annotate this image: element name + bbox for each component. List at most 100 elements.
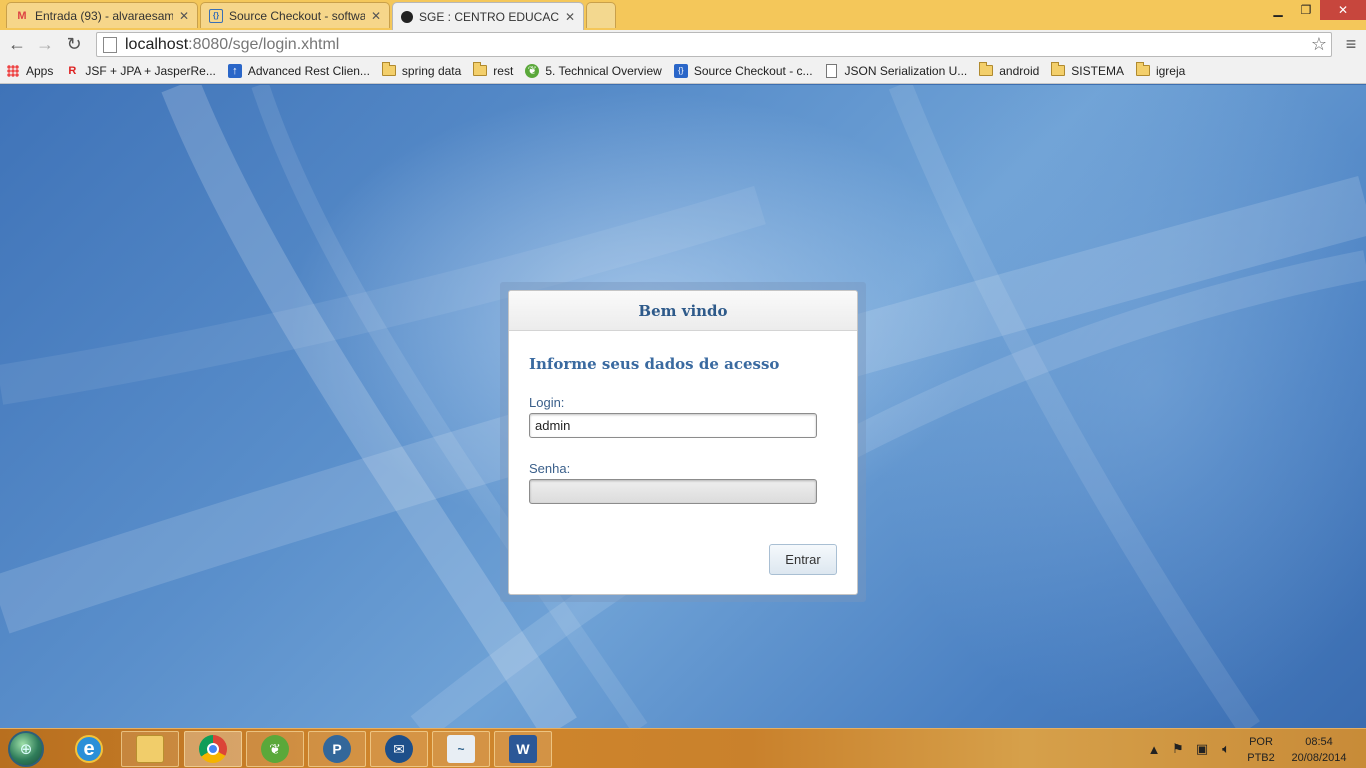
tab-title: Entrada (93) - alvaraesam6 (35, 8, 173, 23)
bookmark-jsf-jpa[interactable]: R JSF + JPA + JasperRe... (65, 63, 216, 78)
tab-source-checkout[interactable]: {} Source Checkout - softwa ✕ (200, 2, 390, 28)
taskbar-spring-tool-suite[interactable]: ❦ (246, 731, 304, 767)
site-icon (401, 10, 413, 23)
panel-title: Bem vindo (509, 291, 857, 331)
reload-icon[interactable]: ↻ (62, 32, 86, 56)
network-icon[interactable]: ▣ (1193, 741, 1211, 757)
bookmark-label: igreja (1155, 63, 1186, 78)
window-close-icon[interactable]: ✕ (1320, 0, 1366, 20)
spring-icon: ❦ (261, 735, 289, 763)
elephant-icon: P (323, 735, 351, 763)
folder-icon (1135, 62, 1150, 78)
folder-icon (1051, 62, 1066, 78)
close-tab-icon[interactable]: ✕ (371, 9, 381, 23)
page-icon (103, 36, 117, 53)
page-content: Bem vindo Informe seus dados de acesso L… (0, 85, 1366, 728)
bookmark-label: JSF + JPA + JasperRe... (85, 63, 216, 78)
address-host: localhost (125, 35, 189, 53)
project-hosting-icon: {} (209, 8, 223, 23)
restore-icon[interactable]: ❐ (1292, 0, 1320, 20)
bookmark-label: 5. Technical Overview (545, 63, 662, 78)
bookmark-sistema[interactable]: SISTEMA (1051, 62, 1124, 78)
password-label: Senha: (529, 461, 571, 476)
folder-icon (979, 62, 994, 78)
clock-time: 08:54 (1305, 736, 1333, 748)
panel-subtitle: Informe seus dados de acesso (529, 355, 780, 373)
address-path: :8080/sge/login.xhtml (188, 35, 340, 53)
start-button[interactable]: ⊕ (8, 731, 44, 767)
bookmark-apps[interactable]: Apps (6, 64, 53, 78)
chrome-menu-icon[interactable]: ≡ (1340, 32, 1362, 56)
windows-icon: ⊕ (19, 741, 33, 758)
taskbar-chrome[interactable] (184, 731, 242, 767)
bookmark-source-checkout[interactable]: {} Source Checkout - c... (673, 63, 813, 78)
login-panel: Bem vindo Informe seus dados de acesso L… (508, 290, 858, 595)
tab-gmail[interactable]: M Entrada (93) - alvaraesam6 ✕ (6, 2, 198, 28)
bookmark-android[interactable]: android (979, 62, 1040, 78)
address-bar[interactable]: localhost:8080/sge/login.xhtml ☆ (96, 32, 1332, 57)
taskbar-word[interactable]: W (494, 731, 552, 767)
bookmark-label: Advanced Rest Clien... (247, 63, 370, 78)
folder-icon (473, 62, 488, 78)
keyboard-layout: PTB2 (1247, 752, 1275, 764)
taskbar-file-explorer[interactable] (121, 731, 179, 767)
page-icon (825, 63, 839, 78)
bookmark-technical-overview[interactable]: ❦ 5. Technical Overview (525, 63, 662, 78)
folder-icon (136, 735, 164, 763)
flag-icon[interactable]: ⚑ (1169, 741, 1187, 757)
bookmark-star-icon[interactable]: ☆ (1311, 34, 1327, 55)
project-hosting-icon: {} (673, 63, 688, 78)
bookmark-label: JSON Serialization U... (844, 63, 968, 78)
close-tab-icon[interactable]: ✕ (179, 9, 189, 23)
red-r-icon: R (68, 64, 77, 77)
bookmark-rest[interactable]: rest (473, 62, 514, 78)
bookmark-igreja[interactable]: igreja (1135, 62, 1186, 78)
enter-button[interactable]: Entrar (769, 544, 837, 575)
password-input[interactable] (529, 479, 817, 504)
language-code: POR (1249, 736, 1273, 748)
bookmark-advanced-rest-client[interactable]: ↑ Advanced Rest Clien... (227, 63, 370, 78)
chrome-icon (199, 735, 227, 763)
taskbar-internet-explorer[interactable]: e (60, 731, 118, 767)
forward-icon[interactable]: → (33, 32, 57, 56)
bookmark-label: Apps (26, 63, 54, 78)
internet-explorer-icon: e (75, 735, 103, 763)
rest-client-icon: ↑ (227, 63, 242, 78)
workbench-icon: ~ (447, 735, 475, 763)
login-input[interactable]: admin (529, 413, 817, 438)
bookmark-label: SISTEMA (1071, 63, 1124, 78)
bookmarks-bar: Apps R JSF + JPA + JasperRe... ↑ Advance… (0, 58, 1366, 84)
volume-icon[interactable]: 🔈︎ (1217, 741, 1235, 757)
bookmark-label: Source Checkout - c... (693, 63, 813, 78)
back-icon[interactable]: ← (5, 32, 29, 56)
new-tab-button[interactable] (586, 2, 616, 28)
language-indicator[interactable]: POR PTB2 (1244, 734, 1278, 766)
close-tab-icon[interactable]: ✕ (565, 10, 575, 24)
show-hidden-icons-icon[interactable]: ▲ (1145, 742, 1163, 757)
spring-icon: ❦ (525, 63, 540, 78)
tab-strip: M Entrada (93) - alvaraesam6 ✕ {} Source… (0, 0, 1366, 30)
taskbar: ⊕ e ❦ P ✉ ~ W ▲ ⚑ ▣ 🔈︎ POR PTB2 08:54 20… (0, 728, 1366, 768)
tab-sge[interactable]: SGE : CENTRO EDUCACIO ✕ (392, 2, 584, 30)
bookmark-label: spring data (401, 63, 462, 78)
bookmark-label: rest (493, 63, 514, 78)
system-tray: ▲ ⚑ ▣ 🔈︎ (1145, 729, 1241, 768)
window-controls: ▁ ❐ ✕ (1264, 0, 1366, 20)
apps-icon (6, 64, 20, 78)
bookmark-json-serialization[interactable]: JSON Serialization U... (825, 63, 968, 78)
word-icon: W (509, 735, 537, 763)
bookmark-label: android (999, 63, 1040, 78)
taskbar-mysql-workbench[interactable]: ~ (432, 731, 490, 767)
clock-date: 20/08/2014 (1291, 752, 1347, 764)
gmail-icon: M (17, 9, 27, 22)
clock[interactable]: 08:54 20/08/2014 (1284, 734, 1354, 766)
taskbar-thunderbird[interactable]: ✉ (370, 731, 428, 767)
taskbar-postgresql[interactable]: P (308, 731, 366, 767)
folder-icon (381, 62, 396, 78)
tab-title: Source Checkout - softwa (229, 8, 365, 23)
login-label: Login: (529, 395, 565, 410)
minimize-icon[interactable]: ▁ (1264, 0, 1292, 20)
thunderbird-icon: ✉ (385, 735, 413, 763)
tab-title: SGE : CENTRO EDUCACIO (419, 9, 559, 24)
bookmark-spring-data[interactable]: spring data (381, 62, 462, 78)
